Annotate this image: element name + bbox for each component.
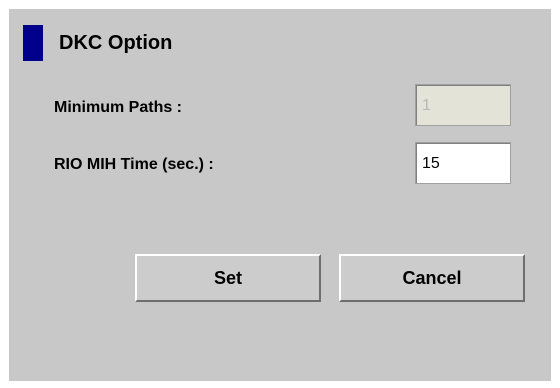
minimum-paths-label: Minimum Paths : <box>54 99 183 116</box>
dialog-header: DKC Option <box>23 25 172 61</box>
set-button[interactable]: Set <box>135 254 321 302</box>
cancel-button[interactable]: Cancel <box>339 254 525 302</box>
minimum-paths-field <box>415 84 511 126</box>
dkc-option-dialog: DKC Option Minimum Paths : RIO MIH Time … <box>9 9 551 381</box>
rio-mih-time-label: RIO MIH Time (sec.) : <box>54 156 214 173</box>
dialog-title: DKC Option <box>59 31 173 54</box>
title-marker-icon <box>23 25 43 61</box>
rio-mih-time-field[interactable] <box>415 142 511 184</box>
